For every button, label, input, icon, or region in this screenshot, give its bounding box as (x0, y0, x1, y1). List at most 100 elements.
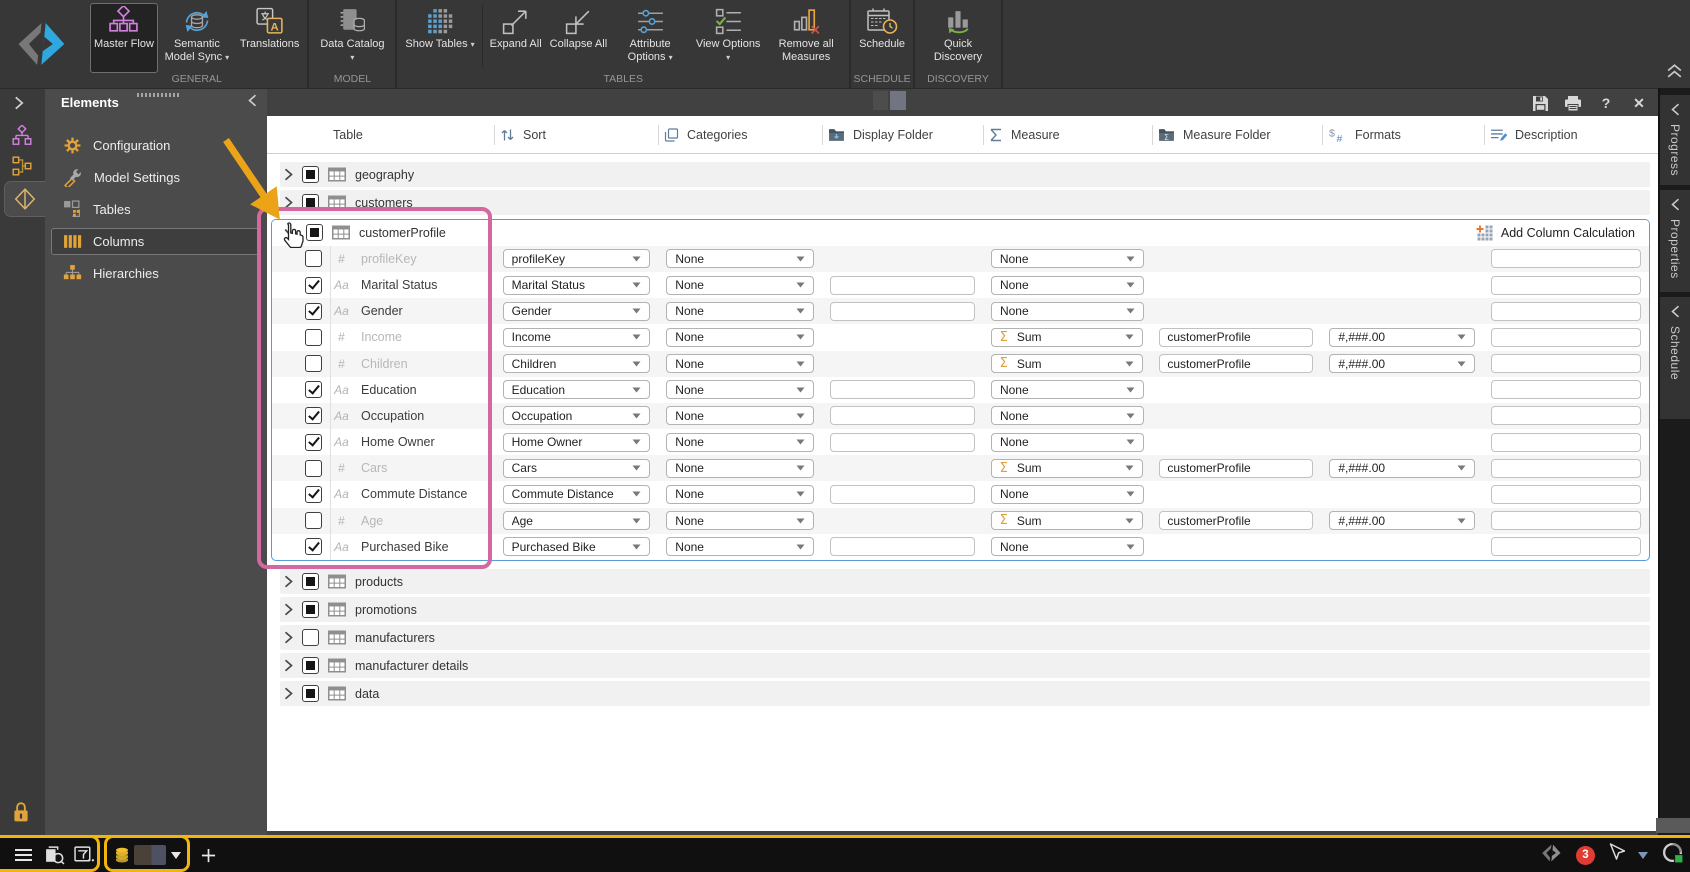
column-checkbox[interactable] (305, 328, 322, 346)
column-checkbox[interactable] (305, 407, 322, 425)
measure-dropdown[interactable]: None (990, 301, 1144, 321)
measure-folder-input[interactable] (1159, 327, 1314, 347)
measure-dropdown[interactable]: Σ Sum (990, 327, 1144, 347)
description-input[interactable] (1491, 484, 1641, 504)
display-folder-input[interactable] (829, 406, 975, 426)
save-icon[interactable] (1531, 94, 1549, 112)
notification-badge[interactable]: 3 (1576, 845, 1595, 865)
sidebar-item-configuration[interactable]: Configuration (51, 132, 260, 159)
sort-dropdown[interactable]: Education (502, 380, 651, 400)
close-icon[interactable]: ✕ (1630, 94, 1648, 112)
ribbon-button-attribute-options[interactable]: Attribute Options ▾ (611, 3, 689, 73)
table-checkbox[interactable] (306, 224, 323, 242)
sidebar-item-tables[interactable]: Tables (51, 196, 260, 223)
description-input[interactable] (1491, 275, 1641, 295)
table-checkbox[interactable] (302, 573, 319, 590)
ribbon-button-collapse-all[interactable]: Collapse All (546, 3, 611, 73)
sort-dropdown[interactable]: Cars (502, 458, 651, 478)
ribbon-button-remove-all-measures[interactable]: Remove all Measures (767, 3, 845, 73)
measure-dropdown[interactable]: None (990, 380, 1144, 400)
sort-dropdown[interactable]: Gender (502, 301, 651, 321)
categories-dropdown[interactable]: None (666, 301, 814, 321)
categories-dropdown[interactable]: None (666, 249, 815, 269)
description-input[interactable] (1491, 327, 1641, 347)
measure-dropdown[interactable]: Σ Sum (990, 458, 1144, 478)
categories-dropdown[interactable]: None (666, 354, 814, 374)
display-folder-input[interactable] (829, 380, 975, 400)
merge-tab-icon[interactable] (11, 155, 33, 182)
ribbon-button-expand-all[interactable]: Expand All (486, 3, 546, 73)
sort-dropdown[interactable]: Children (502, 354, 651, 374)
measure-folder-input[interactable] (1159, 458, 1314, 478)
model-tab-selected[interactable] (4, 181, 45, 217)
right-tab-schedule[interactable]: Schedule (1660, 297, 1690, 419)
collapse-elements-icon[interactable] (248, 94, 257, 112)
print-icon[interactable] (1564, 94, 1582, 112)
ribbon-button-master-flow[interactable]: Master Flow (90, 3, 158, 73)
table-checkbox[interactable] (302, 166, 319, 183)
categories-dropdown[interactable]: None (666, 275, 814, 295)
measure-dropdown[interactable]: None (990, 275, 1144, 295)
new-tab-plus-icon[interactable] (198, 838, 218, 872)
column-checkbox[interactable] (305, 485, 322, 503)
sidebar-item-columns[interactable]: Columns (51, 228, 260, 255)
sort-dropdown[interactable]: Purchased Bike (502, 537, 651, 557)
sort-dropdown[interactable]: profileKey (502, 249, 651, 269)
column-checkbox[interactable] (305, 538, 322, 556)
table-checkbox[interactable] (302, 629, 319, 646)
tray-app-logo-icon[interactable] (1541, 843, 1563, 868)
column-checkbox[interactable] (305, 302, 322, 320)
display-folder-input[interactable] (829, 432, 975, 452)
sort-dropdown[interactable]: Commute Distance (502, 484, 651, 504)
ribbon-button-view-options[interactable]: View Options ▾ (689, 3, 767, 73)
sort-dropdown[interactable]: Marital Status (502, 275, 651, 295)
table-checkbox[interactable] (302, 657, 319, 674)
description-input[interactable] (1491, 406, 1641, 426)
tray-cursor-icon[interactable] (1608, 842, 1626, 868)
add-column-calculation-button[interactable]: Add Column Calculation (1476, 225, 1635, 241)
measure-dropdown[interactable]: Σ Sum (990, 354, 1144, 374)
sidebar-item-hierarchies[interactable]: Hierarchies (51, 260, 260, 287)
categories-dropdown[interactable]: None (666, 484, 814, 504)
column-checkbox[interactable] (305, 433, 322, 451)
ribbon-button-translations[interactable]: A Translations (236, 3, 304, 73)
ribbon-button-show-tables[interactable]: Show Tables ▾ (401, 3, 478, 73)
filter-view-icon[interactable] (72, 838, 96, 872)
ribbon-button-data-catalog[interactable]: Data Catalog ▾ (313, 3, 391, 73)
tray-expand-icon[interactable] (1638, 846, 1648, 864)
table-checkbox[interactable] (302, 685, 319, 702)
window-preview-thumbnail[interactable] (133, 838, 167, 872)
right-tab-properties[interactable]: Properties (1660, 190, 1690, 292)
column-checkbox[interactable] (305, 459, 322, 477)
preview-dropdown-icon[interactable] (170, 838, 182, 872)
column-checkbox[interactable] (305, 276, 322, 294)
categories-dropdown[interactable]: None (666, 511, 814, 531)
display-folder-input[interactable] (829, 301, 975, 321)
measure-folder-input[interactable] (1159, 511, 1314, 531)
sidebar-item-model-settings[interactable]: Model Settings (51, 164, 260, 191)
table-checkbox[interactable] (302, 194, 319, 211)
expand-panel-icon[interactable] (14, 96, 24, 115)
measure-folder-input[interactable] (1159, 354, 1314, 374)
sort-dropdown[interactable]: Age (502, 511, 651, 531)
categories-dropdown[interactable]: None (666, 458, 814, 478)
description-input[interactable] (1491, 380, 1641, 400)
description-input[interactable] (1491, 537, 1641, 557)
measure-dropdown[interactable]: None (990, 432, 1144, 452)
categories-dropdown[interactable]: None (666, 406, 814, 426)
measure-dropdown[interactable]: None (990, 484, 1144, 504)
measure-dropdown[interactable]: Σ Sum (990, 511, 1144, 531)
measure-dropdown[interactable]: None (990, 249, 1144, 269)
ribbon-button-semantic-model-sync[interactable]: Semantic Model Sync ▾ (158, 3, 236, 73)
search-files-icon[interactable] (42, 838, 66, 872)
categories-dropdown[interactable]: None (666, 432, 814, 452)
description-input[interactable] (1491, 354, 1641, 374)
column-checkbox[interactable] (305, 355, 322, 373)
description-input[interactable] (1491, 301, 1641, 321)
description-input[interactable] (1491, 511, 1641, 531)
column-checkbox[interactable] (305, 512, 322, 530)
format-dropdown[interactable]: #,###.00 (1329, 327, 1475, 347)
categories-dropdown[interactable]: None (666, 380, 814, 400)
categories-dropdown[interactable]: None (666, 537, 814, 557)
flow-tab-icon[interactable] (11, 124, 33, 152)
